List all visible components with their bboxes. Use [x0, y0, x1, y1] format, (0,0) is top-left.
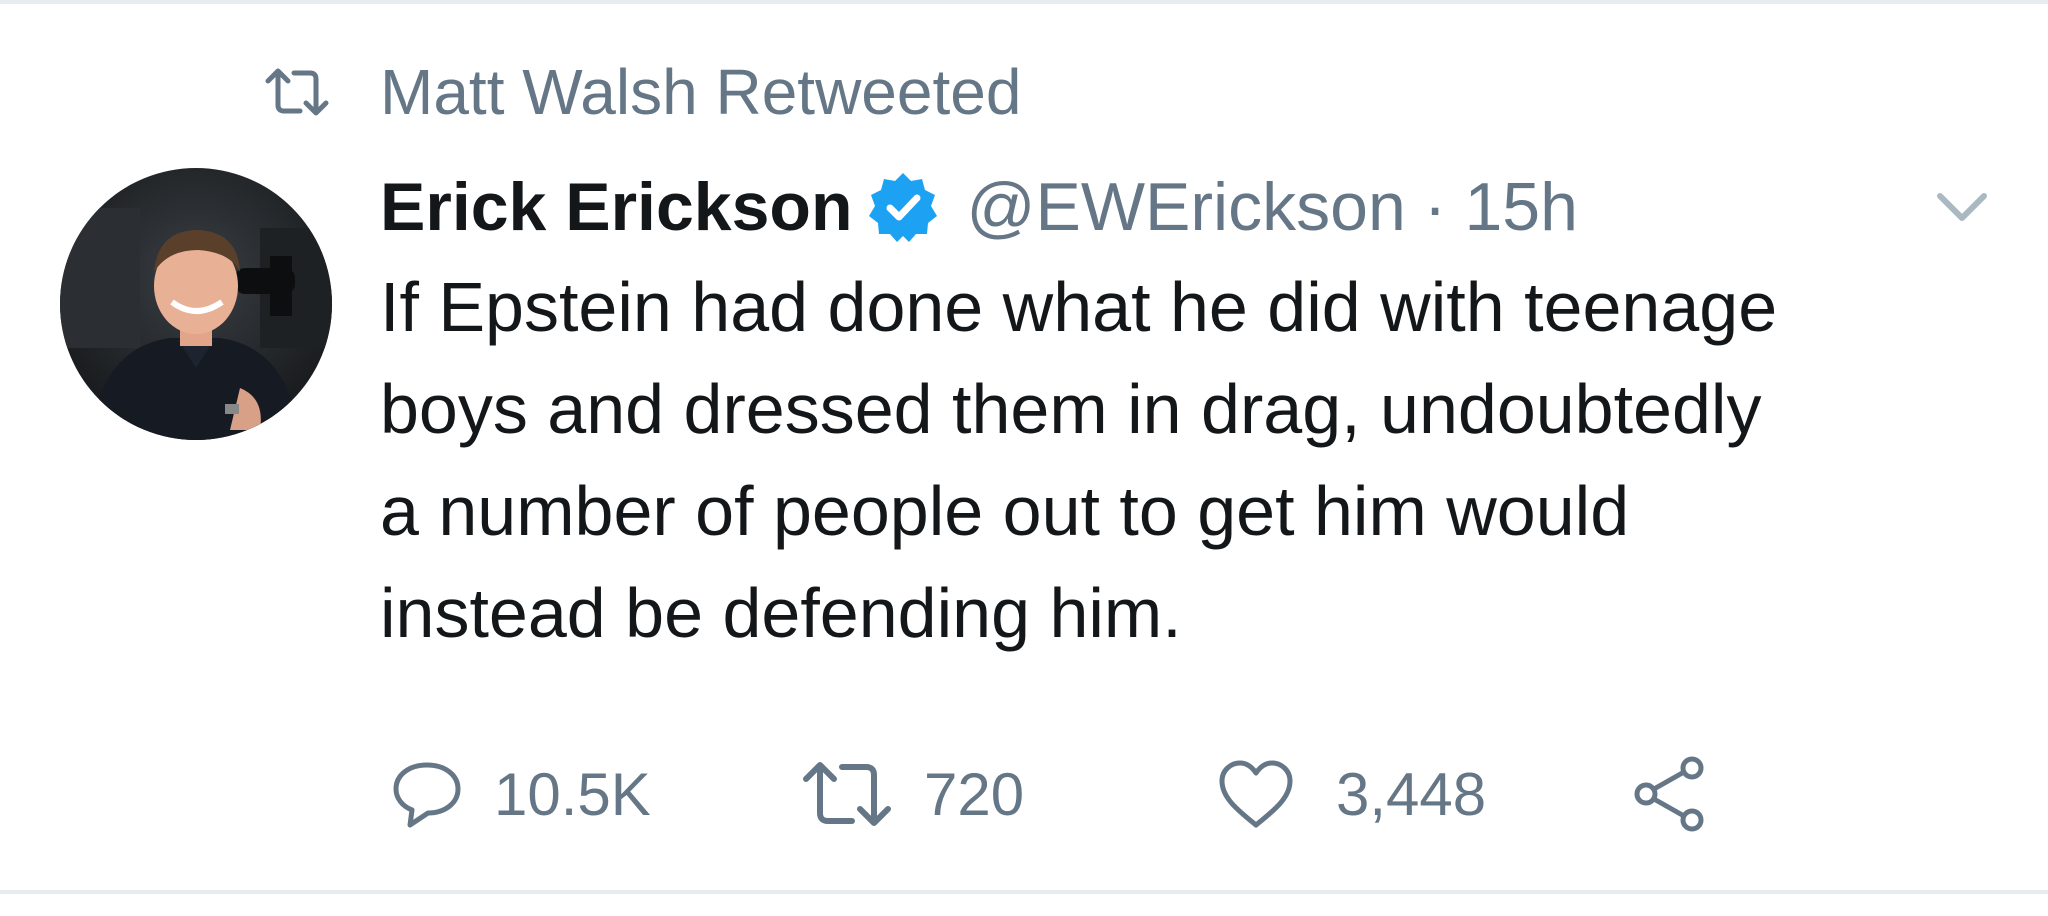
like-count: 3,448	[1336, 760, 1487, 828]
verified-badge-icon	[869, 173, 938, 242]
retweeted-by-label[interactable]: Matt Walsh Retweeted	[380, 55, 1021, 129]
avatar-photo	[60, 168, 332, 440]
tweet-text-line: a number of people out to get him would	[380, 472, 1630, 550]
retweet-button[interactable]: 720	[800, 752, 1024, 836]
reply-button[interactable]: 10.5K	[390, 752, 651, 836]
author-display-name[interactable]: Erick Erickson	[380, 168, 852, 246]
share-button[interactable]	[1630, 752, 1710, 836]
tweet-body: If Epstein had done what he did with tee…	[380, 256, 2000, 664]
author-handle[interactable]: @EWErickson	[966, 168, 1405, 246]
share-icon	[1634, 756, 1704, 832]
tweet-text-line: If Epstein had done what he did with tee…	[380, 268, 1778, 346]
top-divider	[0, 0, 2048, 4]
retweet-icon	[265, 68, 329, 116]
tweet-text-line: boys and dressed them in drag, undoubted…	[380, 370, 1762, 448]
heart-icon	[1219, 760, 1293, 828]
tweet-timestamp[interactable]: 15h	[1464, 168, 1577, 246]
retweet-count: 720	[924, 760, 1025, 828]
reply-count: 10.5K	[494, 760, 651, 828]
like-button[interactable]: 3,448	[1216, 752, 1486, 836]
retweet-icon	[803, 762, 891, 826]
chevron-down-icon[interactable]	[1934, 186, 1990, 226]
tweet-text-line: instead be defending him.	[380, 574, 1182, 652]
header-separator: ·	[1423, 169, 1447, 245]
tweet-header: Erick Erickson @EWErickson · 15h	[380, 164, 1578, 250]
bottom-divider	[0, 890, 2048, 894]
retweet-context[interactable]: Matt Walsh Retweeted	[264, 52, 1021, 132]
reply-icon	[393, 762, 461, 828]
avatar[interactable]	[60, 168, 332, 440]
